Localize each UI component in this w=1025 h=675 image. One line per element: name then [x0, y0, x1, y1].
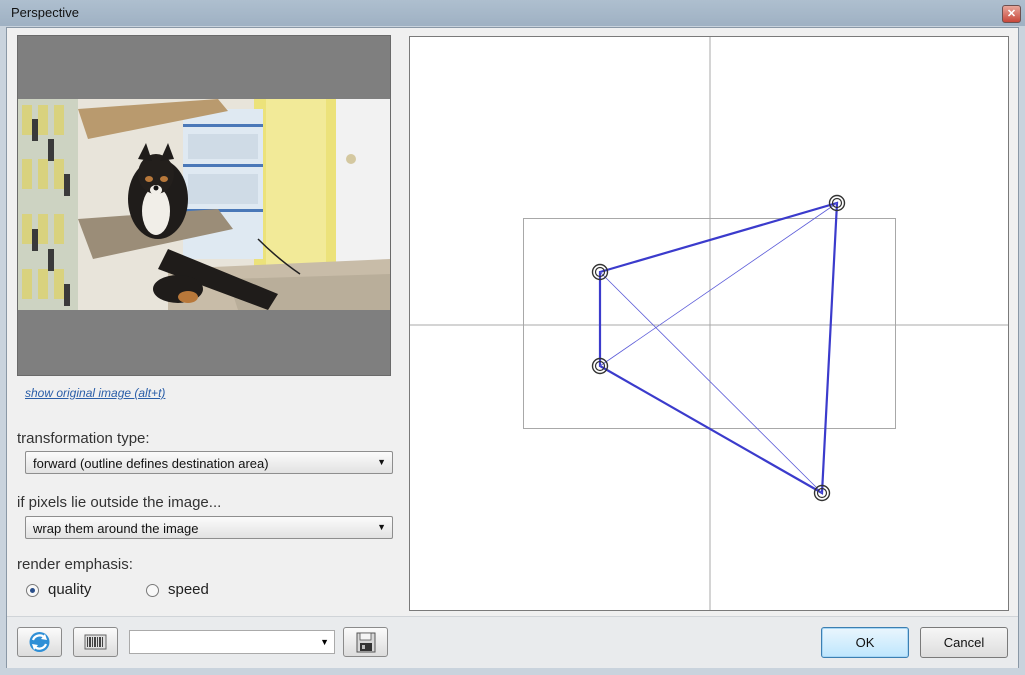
speed-radio[interactable] [146, 584, 159, 597]
close-icon[interactable]: ✕ [1002, 5, 1021, 23]
save-preset-button[interactable] [343, 627, 388, 657]
transformation-type-value: forward (outline defines destination are… [33, 456, 269, 471]
ok-button[interactable]: OK [821, 627, 909, 658]
save-disk-icon [356, 632, 376, 653]
chevron-down-icon: ▼ [377, 457, 386, 467]
preview-photo [18, 99, 390, 310]
perspective-editor [410, 37, 1008, 610]
perspective-canvas[interactable] [409, 36, 1009, 611]
quality-radio-label[interactable]: quality [48, 581, 91, 598]
preset-dropdown[interactable]: ▼ [129, 630, 335, 654]
chevron-down-icon: ▼ [320, 637, 329, 647]
edge-handling-label: if pixels lie outside the image... [17, 494, 222, 511]
title-bar[interactable]: Perspective ✕ [0, 0, 1025, 26]
command-bar: ▼ OK Cancel [7, 616, 1018, 668]
reset-button[interactable] [17, 627, 62, 657]
render-emphasis-label: render emphasis: [17, 556, 133, 573]
diagonal-line [599, 271, 823, 494]
cancel-button[interactable]: Cancel [920, 627, 1008, 658]
window-title: Perspective [11, 5, 79, 20]
dialog-client-area: show original image (alt+t) transformati… [6, 27, 1019, 668]
dog-photo-image [18, 99, 390, 310]
perspective-outline [598, 201, 839, 495]
perspective-dialog: Perspective ✕ show original image (alt+t… [0, 0, 1025, 675]
show-original-link[interactable]: show original image (alt+t) [25, 386, 165, 400]
speed-radio-label[interactable]: speed [168, 581, 209, 598]
barcode-icon [84, 634, 107, 650]
chevron-down-icon: ▼ [377, 522, 386, 532]
edge-handling-dropdown[interactable]: wrap them around the image ▼ [25, 516, 393, 539]
edge-handling-value: wrap them around the image [33, 521, 199, 536]
quality-radio[interactable] [26, 584, 39, 597]
transformation-type-dropdown[interactable]: forward (outline defines destination are… [25, 451, 393, 474]
randomize-button[interactable] [73, 627, 118, 657]
refresh-icon [29, 632, 50, 652]
diagonal-line [599, 202, 838, 367]
image-preview [17, 35, 391, 376]
transformation-type-label: transformation type: [17, 430, 150, 447]
